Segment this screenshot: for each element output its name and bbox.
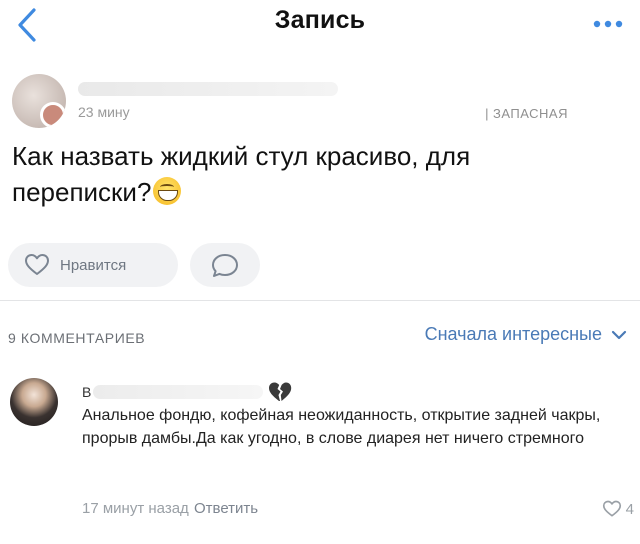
comment-like-count: 4 [625,500,634,518]
post-author-avatar[interactable] [12,74,66,128]
post-text: Как назвать жидкий стул красиво, для пер… [12,138,612,210]
comment-time: 17 минут назад [82,500,189,517]
comment-text: Анальное фондю, кофейная неожиданность, … [82,407,601,447]
broken-heart-icon [269,382,292,401]
author-name-blurred [78,82,338,96]
comment-button[interactable] [190,243,260,287]
chevron-down-icon [611,330,627,339]
heart-icon [25,254,49,275]
comment-bubble-icon [212,254,238,277]
comment-like-button[interactable]: 4 [602,500,634,518]
more-button[interactable] [590,14,626,34]
more-dots-icon [593,20,623,28]
sort-label: Сначала интересные [424,324,602,344]
heart-icon [602,500,621,517]
commenter-name-blurred [93,385,264,399]
page-title: Запись [274,6,366,34]
post-time: 23 мину [78,104,130,120]
comment-item: В Анальное фондю, кофейная неожиданность… [8,376,634,536]
grinning-face-emoji [153,177,182,205]
post-text-content: Как назвать жидкий стул красиво, для пер… [12,141,471,207]
commenter-name[interactable]: В [82,380,293,404]
reply-button[interactable]: Ответить [194,500,258,517]
comments-sort-select[interactable]: Сначала интересные [425,324,628,345]
commenter-avatar[interactable] [10,378,58,426]
header-bar: Запись [0,0,640,58]
commenter-initial: В [82,384,92,400]
comment-footer: 17 минут назад Ответить 4 [82,500,634,520]
like-button[interactable]: Нравится [8,243,178,287]
like-label: Нравится [60,256,127,274]
post-author[interactable]: 23 мину | ЗАПАСНАЯ [12,74,628,130]
section-divider [0,300,640,301]
comments-count: 9 КОММЕНТАРИЕВ [8,330,146,346]
post-tag: | ЗАПАСНАЯ [485,106,568,121]
